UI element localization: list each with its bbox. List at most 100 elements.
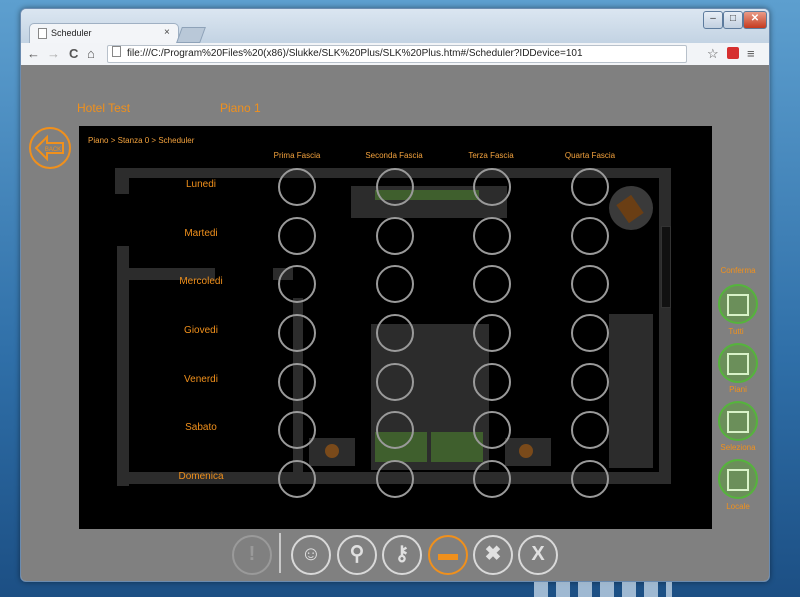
scrollbar[interactable]: [661, 226, 671, 308]
day-label: Mercoledi: [179, 276, 223, 287]
day-label: Domenica: [178, 471, 224, 482]
room-wall: [659, 168, 671, 484]
forward-arrow-icon[interactable]: →: [47, 46, 60, 61]
scheduler-board: Piano > Stanza 0 > Scheduler Prima Fasci…: [79, 126, 712, 529]
column-header: Seconda Fascia: [365, 151, 423, 160]
home-icon[interactable]: ⌂: [87, 46, 95, 61]
schedule-slot[interactable]: [376, 217, 414, 255]
device-circle: [609, 186, 653, 230]
schedule-slot[interactable]: [571, 363, 609, 401]
tab-close-icon[interactable]: ×: [164, 27, 170, 38]
back-arrow-icon: BACK: [34, 134, 64, 162]
day-label: Martedi: [184, 228, 218, 239]
star-icon[interactable]: ☆: [707, 46, 719, 62]
schedule-slot[interactable]: [473, 168, 511, 206]
page-content: Hotel Test Piano 1 BACK Piano > Stanza 0…: [21, 65, 769, 581]
day-label: Venerdi: [184, 374, 218, 385]
page-icon: [38, 28, 47, 39]
schedule-slot[interactable]: [278, 314, 316, 352]
schedule-slot[interactable]: [376, 363, 414, 401]
day-label: Giovedi: [184, 325, 218, 336]
schedule-slot[interactable]: [278, 411, 316, 449]
close-icon[interactable]: X: [518, 535, 558, 575]
schedule-slot[interactable]: [376, 460, 414, 498]
back-arrow-icon[interactable]: ←: [27, 46, 40, 61]
schedule-slot[interactable]: [571, 314, 609, 352]
column-header: Prima Fascia: [273, 151, 321, 160]
address-bar[interactable]: file:///C:/Program%20Files%20(x86)/Slukk…: [107, 45, 687, 63]
key-icon[interactable]: ⚷: [382, 535, 422, 575]
schedule-slot[interactable]: [473, 217, 511, 255]
lamp: [325, 444, 339, 458]
breadcrumb: Piano > Stanza 0 > Scheduler: [88, 136, 194, 145]
schedule-slot[interactable]: [473, 411, 511, 449]
column-header: Terza Fascia: [468, 151, 514, 160]
breadcrumb-piano[interactable]: Piano: [88, 136, 108, 145]
schedule-slot[interactable]: [473, 314, 511, 352]
bed-icon[interactable]: ▬: [428, 535, 468, 575]
schedule-slot[interactable]: [278, 265, 316, 303]
menu-icon[interactable]: ≡: [747, 46, 755, 61]
close-button[interactable]: ✕: [743, 11, 767, 29]
hotel-name: Hotel Test: [77, 101, 131, 115]
breadcrumb-separator: >: [110, 136, 116, 145]
schedule-slot[interactable]: [473, 460, 511, 498]
browser-tab[interactable]: Scheduler ×: [29, 23, 179, 44]
maximize-button[interactable]: □: [723, 11, 743, 29]
schedule-slot[interactable]: [473, 363, 511, 401]
piani-label: Piani: [729, 385, 747, 394]
url-text: file:///C:/Program%20Files%20(x86)/Slukk…: [127, 48, 583, 59]
locale-label: Locale: [726, 502, 750, 511]
page-icon: [112, 46, 121, 57]
tab-title: Scheduler: [51, 28, 92, 38]
schedule-slot[interactable]: [571, 168, 609, 206]
schedule-slot[interactable]: [278, 460, 316, 498]
device-icon: [616, 194, 644, 224]
schedule-slot[interactable]: [278, 168, 316, 206]
person-icon[interactable]: ☺: [291, 535, 331, 575]
schedule-slot[interactable]: [376, 265, 414, 303]
back-label: BACK: [45, 147, 61, 153]
room-wall: [117, 246, 129, 486]
floors-button[interactable]: [718, 343, 758, 383]
tab-strip: Scheduler × – □ ✕: [21, 9, 769, 44]
schedule-slot[interactable]: [473, 265, 511, 303]
selection-button[interactable]: [718, 401, 758, 441]
schedule-slot[interactable]: [376, 314, 414, 352]
building-icon: [727, 411, 749, 433]
schedule-slot[interactable]: [376, 168, 414, 206]
local-button[interactable]: [718, 459, 758, 499]
column-header: Quarta Fascia: [564, 151, 616, 160]
toolbar-divider: [279, 533, 281, 573]
schedule-slot[interactable]: [571, 460, 609, 498]
new-tab-button[interactable]: [176, 27, 206, 43]
breadcrumb-scheduler: Scheduler: [158, 136, 195, 145]
save-icon: [727, 469, 749, 491]
wardrobe: [609, 314, 653, 468]
breadcrumb-separator: >: [151, 136, 157, 145]
minimize-button[interactable]: –: [703, 11, 723, 29]
conferma-label: Conferma: [720, 266, 756, 275]
search-icon[interactable]: ⚲: [337, 535, 377, 575]
schedule-slot[interactable]: [376, 411, 414, 449]
reload-icon[interactable]: C: [69, 46, 78, 61]
taskbar-decoration: [534, 582, 672, 597]
extension-icon[interactable]: [727, 47, 739, 59]
back-button[interactable]: BACK: [29, 127, 71, 169]
confirm-all-button[interactable]: [718, 284, 758, 324]
tutti-label: Tutti: [728, 327, 744, 336]
day-label: Sabato: [185, 422, 217, 433]
alert-icon[interactable]: !: [232, 535, 272, 575]
schedule-slot[interactable]: [571, 265, 609, 303]
breadcrumb-stanza[interactable]: Stanza 0: [118, 136, 150, 145]
save-icon: [727, 294, 749, 316]
floor-name: Piano 1: [220, 101, 261, 115]
schedule-slot[interactable]: [571, 217, 609, 255]
schedule-slot[interactable]: [571, 411, 609, 449]
schedule-slot[interactable]: [278, 217, 316, 255]
browser-toolbar: ← → C ⌂ file:///C:/Program%20Files%20(x8…: [21, 43, 769, 66]
tools-icon[interactable]: ✖: [473, 535, 513, 575]
browser-window: Scheduler × – □ ✕ ← → C ⌂ file:///C:/Pro…: [20, 8, 770, 582]
schedule-slot[interactable]: [278, 363, 316, 401]
selezione-label: Seleziona: [720, 443, 756, 452]
